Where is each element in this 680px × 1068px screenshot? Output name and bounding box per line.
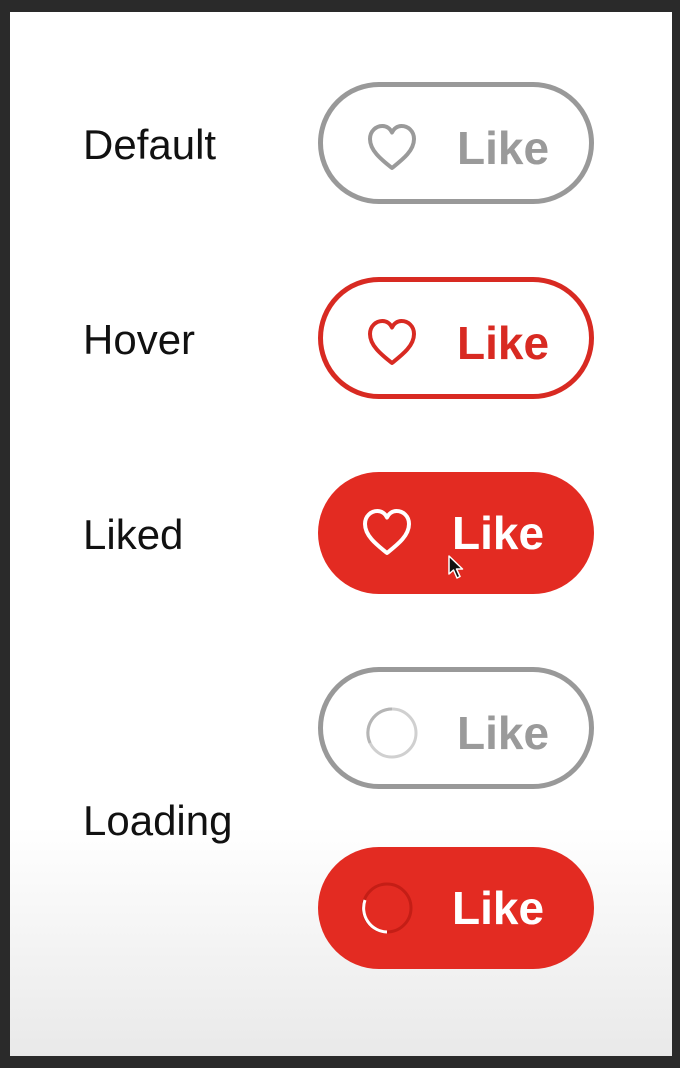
like-button-label: Like [452,507,545,559]
like-button-label: Like [452,882,545,934]
state-label-default: Default [83,121,217,168]
like-button-default[interactable]: Like [318,82,594,204]
like-button-label: Like [457,122,550,174]
state-label-hover: Hover [83,316,196,363]
like-button-hover[interactable]: Like [318,277,594,399]
mouse-pointer-icon [448,555,464,579]
like-button-loading-default[interactable]: Like [318,667,594,789]
spinner-icon [364,705,420,761]
like-button-label: Like [457,317,550,369]
like-button-label: Like [457,707,550,759]
spinner-icon [359,880,415,936]
heart-outline-icon [364,120,420,176]
heart-outline-icon [364,315,420,371]
like-button-loading-liked[interactable]: Like [318,847,594,969]
states-panel: Default Like Hover Like Liked Like Loadi… [10,12,672,1056]
heart-outline-icon [359,505,415,561]
state-label-liked: Liked [83,511,184,558]
state-label-loading: Loading [83,797,233,844]
